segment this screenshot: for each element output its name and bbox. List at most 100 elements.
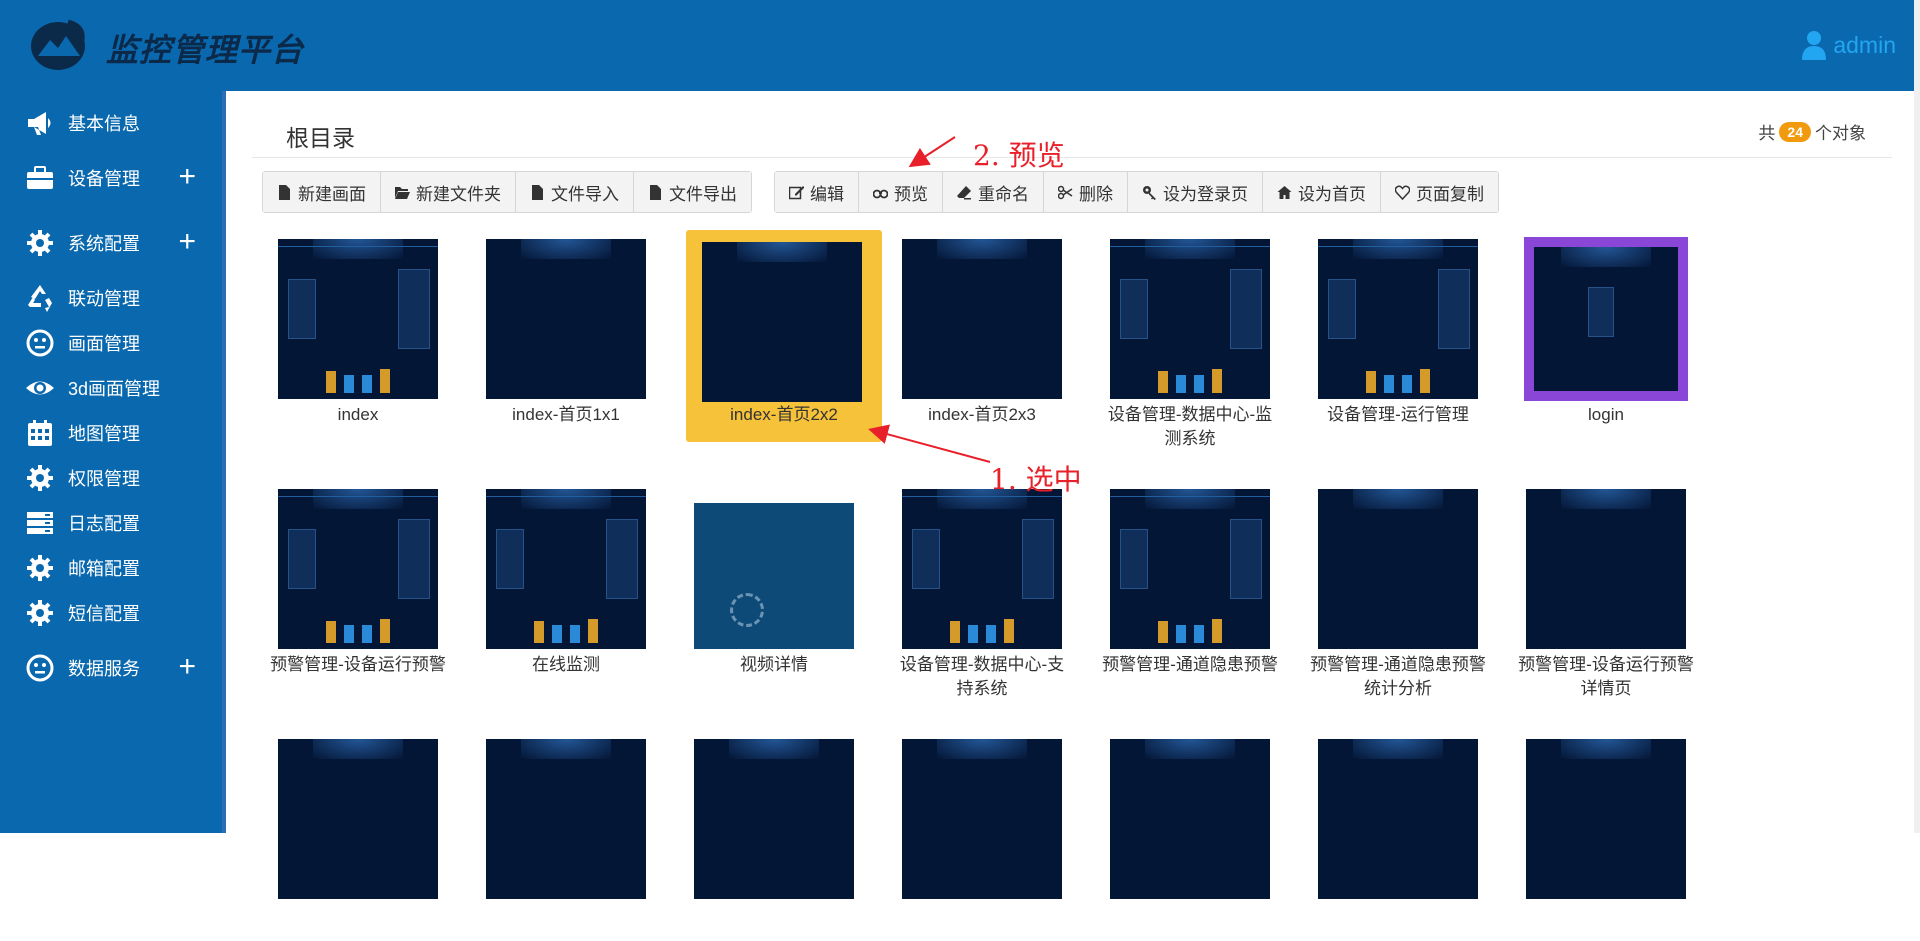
sidebar-item-map-management[interactable]: 地图管理 — [0, 411, 226, 455]
screen-tile[interactable]: index — [244, 231, 440, 441]
screen-tile[interactable]: 预警管理-通道隐患预警统计分析 — [1284, 481, 1486, 698]
thumb-bar — [380, 619, 390, 643]
sidebar-item-permission-management[interactable]: 权限管理 — [0, 456, 226, 500]
thumb-glow — [1145, 739, 1235, 759]
sidebar-item-screen-management[interactable]: 画面管理 — [0, 321, 226, 365]
screen-tile[interactable]: 设备管理-运行管理 — [1284, 231, 1480, 441]
edit-button[interactable]: 编辑 — [775, 172, 859, 212]
new-folder-button[interactable]: 新建文件夹 — [381, 172, 516, 212]
sidebar-item-device-management[interactable]: 设备管理 + — [0, 156, 226, 200]
screen-tile[interactable]: index-首页1x1 — [452, 231, 648, 441]
file-import-button[interactable]: 文件导入 — [516, 172, 634, 212]
thumb-bar — [344, 375, 354, 393]
thumb-panel — [606, 519, 638, 599]
sidebar-item-basic-info[interactable]: 基本信息 — [0, 101, 226, 145]
window-scrollbar[interactable] — [1914, 0, 1920, 833]
sidebar: 基本信息 设备管理 + 系统配置 + 联动管理 画面管理 3d画面管理 地图管理… — [0, 91, 226, 833]
screen-tile[interactable]: 在线监测 — [452, 481, 648, 691]
thumb-bar — [968, 625, 978, 643]
button-label: 文件导入 — [551, 184, 619, 204]
button-label: 编辑 — [810, 184, 844, 204]
sidebar-item-email-config[interactable]: 邮箱配置 — [0, 546, 226, 590]
new-screen-button[interactable]: 新建画面 — [263, 172, 381, 212]
delete-button[interactable]: 删除 — [1044, 172, 1128, 212]
thumb-bars — [1366, 367, 1436, 393]
screen-tile[interactable] — [244, 731, 440, 941]
file-export-button[interactable]: 文件导出 — [634, 172, 751, 212]
briefcase-icon — [24, 162, 56, 194]
home-icon — [1277, 185, 1292, 199]
screen-tile[interactable]: login — [1492, 231, 1688, 441]
screen-tile[interactable]: 设备管理-数据中心-支持系统 — [868, 481, 1064, 698]
thumb-bar — [1194, 375, 1204, 393]
sidebar-item-linkage-management[interactable]: 联动管理 — [0, 276, 226, 320]
sidebar-item-log-config[interactable]: 日志配置 — [0, 501, 226, 545]
sidebar-item-data-service[interactable]: 数据服务 + — [0, 646, 226, 690]
video-control-ring — [730, 593, 764, 627]
thumb-bar — [1212, 619, 1222, 643]
sidebar-item-3d-screen-management[interactable]: 3d画面管理 — [0, 366, 226, 410]
thumb-glow — [1561, 739, 1651, 759]
thumb-header — [486, 489, 646, 497]
expand-plus-icon[interactable]: + — [178, 652, 196, 682]
thumb-header — [278, 239, 438, 247]
sidebar-item-label: 权限管理 — [68, 469, 140, 489]
binoculars-icon — [873, 189, 888, 198]
thumb-header — [1110, 489, 1270, 497]
gear-icon — [24, 552, 56, 584]
thumb-bar — [326, 371, 336, 393]
screen-tile[interactable] — [868, 731, 1064, 941]
screen-thumbnail — [1318, 239, 1478, 399]
screen-tile[interactable] — [1076, 731, 1272, 941]
thumb-panel — [1230, 519, 1262, 599]
screen-tile[interactable]: 设备管理-数据中心-监测系统 — [1076, 231, 1272, 448]
set-login-page-button[interactable]: 设为登录页 — [1128, 172, 1263, 212]
user-icon — [1802, 31, 1827, 60]
thumb-bar — [1158, 621, 1168, 643]
screen-tile[interactable]: 预警管理-设备运行预警详情页 — [1492, 481, 1694, 698]
expand-plus-icon[interactable]: + — [178, 162, 196, 192]
thumb-topbar — [694, 489, 854, 503]
sidebar-item-system-config[interactable]: 系统配置 + — [0, 221, 226, 265]
scissors-icon — [1058, 185, 1073, 199]
set-home-page-button[interactable]: 设为首页 — [1263, 172, 1381, 212]
thumb-bar — [1402, 375, 1412, 393]
screen-grid: index index-首页1x1 index-首页2x2 index-首页2x3 设备… — [270, 230, 1872, 899]
copy-page-button[interactable]: 页面复制 — [1381, 172, 1498, 212]
sidebar-item-sms-config[interactable]: 短信配置 — [0, 591, 226, 635]
thumb-bar — [588, 619, 598, 643]
user-menu[interactable]: admin — [1801, 30, 1896, 60]
preview-button[interactable]: 预览 — [859, 172, 943, 212]
screen-thumbnail — [278, 739, 438, 899]
expand-plus-icon[interactable]: + — [178, 227, 196, 257]
thumb-glow — [1561, 247, 1651, 267]
screen-tile[interactable] — [1492, 731, 1688, 941]
screen-tile[interactable]: 预警管理-通道隐患预警 — [1076, 481, 1278, 691]
screen-tile[interactable]: index-首页2x2 — [660, 230, 882, 442]
screen-tile[interactable]: 预警管理-设备运行预警 — [244, 481, 446, 691]
screen-thumbnail — [902, 739, 1062, 899]
thumb-bars — [950, 617, 1020, 643]
screen-thumbnail — [1110, 239, 1270, 399]
thumb-glow — [937, 239, 1027, 259]
folder-title: 根目录 — [286, 125, 355, 151]
thumb-glow — [1353, 739, 1443, 759]
sidebar-item-label: 地图管理 — [68, 424, 140, 444]
thumb-bar — [1366, 371, 1376, 393]
screen-thumbnail — [486, 239, 646, 399]
screen-tile[interactable] — [660, 731, 856, 941]
screen-tile[interactable] — [1284, 731, 1480, 941]
screen-tile-caption: 预警管理-通道隐患预警统计分析 — [1310, 655, 1486, 698]
screen-tile[interactable]: 视频详情 — [660, 481, 856, 691]
thumb-panel — [1328, 279, 1356, 339]
sidebar-item-label: 联动管理 — [68, 289, 140, 309]
screen-tile[interactable]: index-首页2x3 — [868, 231, 1064, 441]
sidebar-item-label: 3d画面管理 — [68, 379, 161, 399]
thumb-bars — [326, 617, 396, 643]
rename-button[interactable]: 重命名 — [943, 172, 1044, 212]
folder-open-icon — [395, 186, 410, 199]
thumb-bars — [1158, 367, 1228, 393]
screen-tile[interactable] — [452, 731, 648, 941]
thumb-panel — [288, 529, 316, 589]
button-label: 页面复制 — [1416, 184, 1484, 204]
